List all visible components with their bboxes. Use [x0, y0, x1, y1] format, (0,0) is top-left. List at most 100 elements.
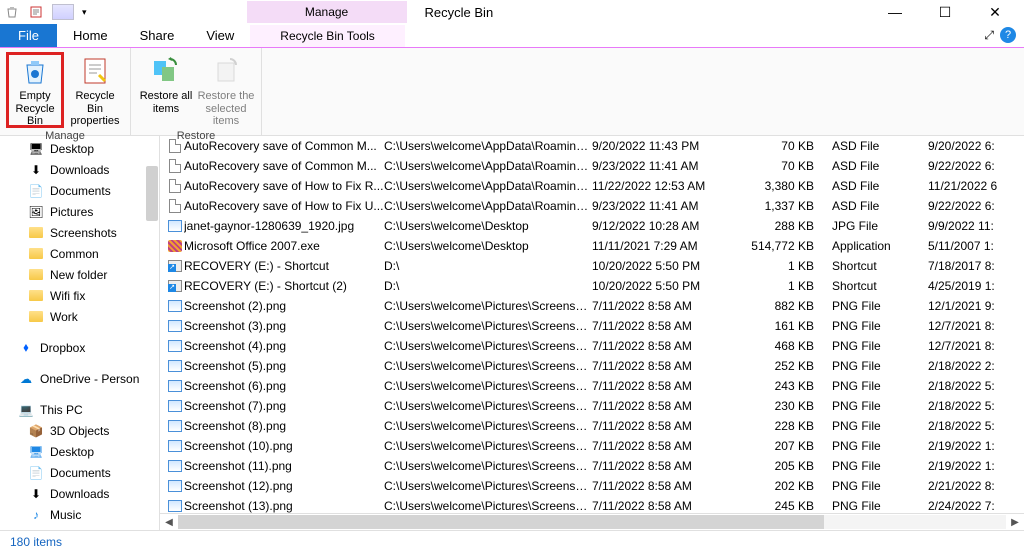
- table-row[interactable]: janet-gaynor-1280639_1920.jpgC:\Users\we…: [160, 216, 1024, 236]
- table-row[interactable]: Microsoft Office 2007.exeC:\Users\welcom…: [160, 236, 1024, 256]
- cell-date-modified: 9/9/2022 11:: [928, 219, 1024, 233]
- menu-view[interactable]: View: [190, 24, 250, 47]
- close-button[interactable]: ✕: [980, 4, 1010, 21]
- qat-customize[interactable]: [52, 4, 74, 20]
- nav-3dobjects[interactable]: 📦3D Objects: [0, 420, 159, 441]
- table-row[interactable]: Screenshot (10).pngC:\Users\welcome\Pict…: [160, 436, 1024, 456]
- cell-name: Screenshot (4).png: [184, 339, 384, 353]
- nav-wififix[interactable]: Wifi fix: [0, 285, 159, 306]
- nav-screenshots[interactable]: Screenshots: [0, 222, 159, 243]
- help-icon[interactable]: ?: [1000, 27, 1016, 43]
- status-item-count: 180 items: [10, 535, 62, 549]
- nav-work[interactable]: Work: [0, 306, 159, 327]
- maximize-button[interactable]: ☐: [930, 4, 960, 21]
- menu-home[interactable]: Home: [57, 24, 124, 47]
- nav-desktop[interactable]: 🖥Desktop: [0, 138, 159, 159]
- cell-name: AutoRecovery save of How to Fix U...: [184, 199, 384, 213]
- folder-icon: [28, 289, 44, 303]
- nav-common[interactable]: Common: [0, 243, 159, 264]
- recycle-bin-properties-button[interactable]: Recycle Bin properties: [66, 52, 124, 128]
- cell-type: PNG File: [832, 479, 928, 493]
- folder-icon: [28, 247, 44, 261]
- cell-type: PNG File: [832, 379, 928, 393]
- cell-name: Screenshot (3).png: [184, 319, 384, 333]
- table-row[interactable]: Screenshot (7).pngC:\Users\welcome\Pictu…: [160, 396, 1024, 416]
- nav-downloads[interactable]: ⬇Downloads: [0, 159, 159, 180]
- table-row[interactable]: Screenshot (3).pngC:\Users\welcome\Pictu…: [160, 316, 1024, 336]
- cell-size: 288 KB: [732, 219, 832, 233]
- scroll-left-icon[interactable]: ◀: [160, 517, 178, 528]
- cell-date-deleted: 9/23/2022 11:41 AM: [592, 159, 732, 173]
- file-type-icon: [166, 260, 184, 272]
- navigation-pane[interactable]: 🖥Desktop ⬇Downloads 📄Documents 🖼Pictures…: [0, 136, 160, 530]
- restore-selected-items-button[interactable]: Restore the selected items: [197, 52, 255, 128]
- nav-pc-downloads[interactable]: ⬇Downloads: [0, 483, 159, 504]
- empty-recycle-bin-button[interactable]: Empty Recycle Bin: [6, 52, 64, 128]
- nav-newfolder[interactable]: New folder: [0, 264, 159, 285]
- table-row[interactable]: Screenshot (13).pngC:\Users\welcome\Pict…: [160, 496, 1024, 513]
- file-type-icon: [166, 280, 184, 292]
- documents-icon: 📄: [28, 184, 44, 198]
- cell-location: C:\Users\welcome\Pictures\Screenshots: [384, 439, 592, 453]
- file-type-icon: [166, 400, 184, 412]
- nav-thispc[interactable]: 💻This PC: [0, 399, 159, 420]
- table-row[interactable]: Screenshot (2).pngC:\Users\welcome\Pictu…: [160, 296, 1024, 316]
- file-type-icon: [166, 159, 184, 173]
- file-type-icon: [166, 420, 184, 432]
- table-row[interactable]: AutoRecovery save of How to Fix R...C:\U…: [160, 176, 1024, 196]
- nav-music[interactable]: ♪Music: [0, 504, 159, 525]
- cell-size: 514,772 KB: [732, 239, 832, 253]
- cell-location: D:\: [384, 279, 592, 293]
- cell-name: AutoRecovery save of How to Fix R...: [184, 179, 384, 193]
- nav-pc-desktop[interactable]: 🖥Desktop: [0, 441, 159, 462]
- restore-all-items-button[interactable]: Restore all items: [137, 52, 195, 128]
- ribbon-collapse-icon[interactable]: ⤢: [984, 28, 994, 43]
- cell-type: Shortcut: [832, 279, 928, 293]
- menu-file[interactable]: File: [0, 24, 57, 47]
- cell-name: Screenshot (6).png: [184, 379, 384, 393]
- table-row[interactable]: AutoRecovery save of How to Fix U...C:\U…: [160, 196, 1024, 216]
- scroll-right-icon[interactable]: ▶: [1006, 517, 1024, 528]
- nav-onedrive[interactable]: ☁OneDrive - Person: [0, 368, 159, 389]
- cell-location: C:\Users\welcome\AppData\Roaming\M...: [384, 139, 592, 153]
- quick-access-toolbar: ▾: [4, 4, 87, 20]
- menu-share[interactable]: Share: [124, 24, 191, 47]
- table-row[interactable]: Screenshot (8).pngC:\Users\welcome\Pictu…: [160, 416, 1024, 436]
- table-row[interactable]: RECOVERY (E:) - Shortcut (2)D:\10/20/202…: [160, 276, 1024, 296]
- nav-pc-documents[interactable]: 📄Documents: [0, 462, 159, 483]
- cell-location: C:\Users\welcome\Pictures\Screenshots: [384, 479, 592, 493]
- cell-location: C:\Users\welcome\AppData\Roaming\M...: [384, 179, 592, 193]
- table-row[interactable]: Screenshot (12).pngC:\Users\welcome\Pict…: [160, 476, 1024, 496]
- cell-date-deleted: 9/20/2022 11:43 PM: [592, 139, 732, 153]
- recyclebin-icon[interactable]: [4, 4, 20, 20]
- contextual-tab-manage[interactable]: Manage: [247, 1, 407, 23]
- table-row[interactable]: RECOVERY (E:) - ShortcutD:\10/20/2022 5:…: [160, 256, 1024, 276]
- horizontal-scrollbar[interactable]: ◀ ▶: [160, 513, 1024, 530]
- cell-date-modified: 2/18/2022 2:: [928, 359, 1024, 373]
- table-row[interactable]: Screenshot (5).pngC:\Users\welcome\Pictu…: [160, 356, 1024, 376]
- cell-name: RECOVERY (E:) - Shortcut (2): [184, 279, 384, 293]
- file-grid[interactable]: AutoRecovery save of Common M...C:\Users…: [160, 136, 1024, 513]
- table-row[interactable]: Screenshot (11).pngC:\Users\welcome\Pict…: [160, 456, 1024, 476]
- nav-pictures[interactable]: 🖼Pictures: [0, 201, 159, 222]
- minimize-button[interactable]: —: [880, 4, 910, 21]
- nav-dropbox[interactable]: ⬧Dropbox: [0, 337, 159, 358]
- downloads-icon: ⬇: [28, 163, 44, 177]
- properties-icon[interactable]: [28, 4, 44, 20]
- cell-location: C:\Users\welcome\Pictures\Screenshots: [384, 459, 592, 473]
- table-row[interactable]: AutoRecovery save of Common M...C:\Users…: [160, 156, 1024, 176]
- table-row[interactable]: AutoRecovery save of Common M...C:\Users…: [160, 136, 1024, 156]
- onedrive-icon: ☁: [18, 372, 34, 386]
- cell-size: 243 KB: [732, 379, 832, 393]
- table-row[interactable]: Screenshot (6).pngC:\Users\welcome\Pictu…: [160, 376, 1024, 396]
- cell-size: 882 KB: [732, 299, 832, 313]
- cell-location: C:\Users\welcome\Pictures\Screenshots: [384, 299, 592, 313]
- properties-big-icon: [78, 54, 112, 88]
- cell-date-deleted: 7/11/2022 8:58 AM: [592, 419, 732, 433]
- menu-recyclebin-tools[interactable]: Recycle Bin Tools: [250, 25, 405, 47]
- table-row[interactable]: Screenshot (4).pngC:\Users\welcome\Pictu…: [160, 336, 1024, 356]
- nav-documents[interactable]: 📄Documents: [0, 180, 159, 201]
- cell-size: 3,380 KB: [732, 179, 832, 193]
- cell-name: Screenshot (13).png: [184, 499, 384, 513]
- nav-scrollbar[interactable]: [145, 136, 159, 530]
